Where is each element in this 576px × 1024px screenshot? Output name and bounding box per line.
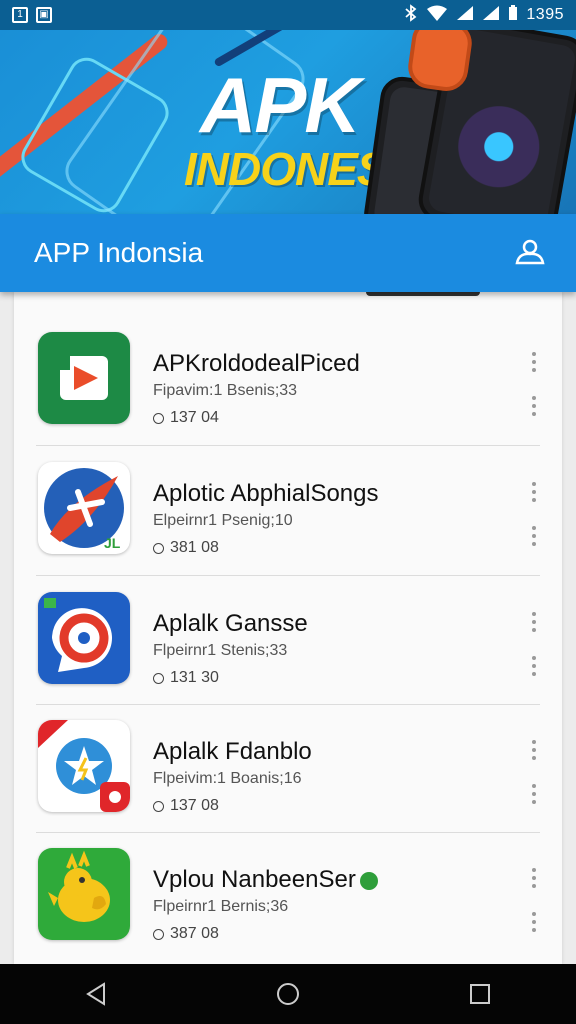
rocket-icon: JL	[38, 462, 130, 554]
status-left: 1 ▣	[12, 7, 52, 23]
more-menu-button[interactable]	[528, 656, 540, 676]
app-stat-value: 387 08	[170, 925, 219, 942]
back-button[interactable]	[76, 974, 116, 1014]
app-name: APKroldodealPiced	[153, 350, 360, 377]
more-menu-button[interactable]	[528, 396, 540, 416]
more-menu-button[interactable]	[528, 352, 540, 372]
app-meta: Flpeivim:1 Boanis;16	[153, 770, 302, 787]
hero-banner: APK INDONESIA	[0, 30, 576, 220]
wifi-icon	[426, 5, 448, 26]
app-name: Aplalk Gansse	[153, 610, 308, 637]
star-icon	[38, 720, 130, 812]
list-item[interactable]: Aplalk Fdanblo Flpeivim:1 Boanis;16 137 …	[36, 698, 540, 826]
app-meta: Flpeirnr1 Stenis;33	[153, 642, 288, 659]
chat-swirl-icon	[38, 592, 130, 684]
hero-title: APK	[200, 61, 361, 149]
more-menu-button[interactable]	[528, 612, 540, 632]
app-stat: 137 04	[153, 409, 219, 427]
list-item[interactable]: JL Aplotic AbphialSongs Elpeirnr1 Psenig…	[36, 440, 540, 568]
app-name: Aplotic AbphialSongs	[153, 480, 379, 507]
account-icon	[515, 239, 545, 265]
more-menu-button[interactable]	[528, 740, 540, 760]
list-item[interactable]: Aplalk Gansse Flpeirnr1 Stenis;33 131 30	[36, 570, 540, 698]
recents-icon	[470, 984, 490, 1004]
app-stat-value: 131 30	[170, 669, 219, 686]
gallery-icon: ▣	[36, 7, 52, 23]
signal-icon	[456, 5, 474, 26]
more-menu-button[interactable]	[528, 868, 540, 888]
app-stat: 137 08	[153, 797, 219, 815]
status-right: 1395	[404, 3, 564, 27]
status-time: 1395	[526, 6, 564, 23]
more-menu-button[interactable]	[528, 912, 540, 932]
app-title: APP Indonsia	[34, 237, 204, 268]
app-bar: APP Indonsia	[0, 214, 576, 292]
bird-icon	[38, 848, 130, 940]
system-nav-bar	[0, 964, 576, 1024]
app-name: Aplalk Fdanblo	[153, 738, 312, 765]
bluetooth-icon	[404, 3, 418, 27]
verified-badge-icon	[359, 871, 378, 890]
app-meta: Fipavim:1 Bsenis;33	[153, 382, 298, 399]
app-stat: 131 30	[153, 669, 219, 687]
more-menu-button[interactable]	[528, 482, 540, 502]
app-meta: Elpeirnr1 Psenig;10	[153, 512, 293, 529]
list-item[interactable]: Vplou NanbeenSer Flpeirnr1 Bernis;36 387…	[36, 826, 540, 954]
more-menu-button[interactable]	[528, 784, 540, 804]
app-name: Vplou NanbeenSer	[153, 866, 378, 894]
app-list: APKroldodealPiced Fipavim:1 Bsenis;33 13…	[14, 290, 562, 964]
app-stat-value: 381 08	[170, 539, 219, 556]
app-stat: 381 08	[153, 539, 219, 557]
list-item[interactable]: APKroldodealPiced Fipavim:1 Bsenis;33 13…	[36, 310, 540, 438]
app-meta: Flpeirnr1 Bernis;36	[153, 898, 289, 915]
account-button[interactable]	[512, 235, 548, 271]
more-menu-button[interactable]	[528, 526, 540, 546]
clock-icon	[153, 672, 164, 684]
clock-icon	[153, 542, 164, 554]
recents-button[interactable]	[460, 974, 500, 1014]
clock-icon	[153, 800, 164, 812]
home-icon	[277, 983, 299, 1005]
svg-text:JL: JL	[104, 535, 121, 551]
clock-icon	[153, 412, 164, 424]
back-icon	[86, 982, 105, 1006]
notification-icon: 1	[12, 7, 28, 23]
play-store-icon	[38, 332, 130, 424]
status-bar: 1 ▣ 1395	[0, 0, 576, 30]
app-name-text: Vplou NanbeenSer	[153, 866, 356, 893]
app-stat: 387 08	[153, 925, 219, 943]
home-button[interactable]	[268, 974, 308, 1014]
signal-icon	[482, 5, 500, 26]
app-stat-value: 137 04	[170, 409, 219, 426]
app-stat-value: 137 08	[170, 797, 219, 814]
clock-icon	[153, 928, 164, 940]
battery-icon	[508, 4, 518, 26]
